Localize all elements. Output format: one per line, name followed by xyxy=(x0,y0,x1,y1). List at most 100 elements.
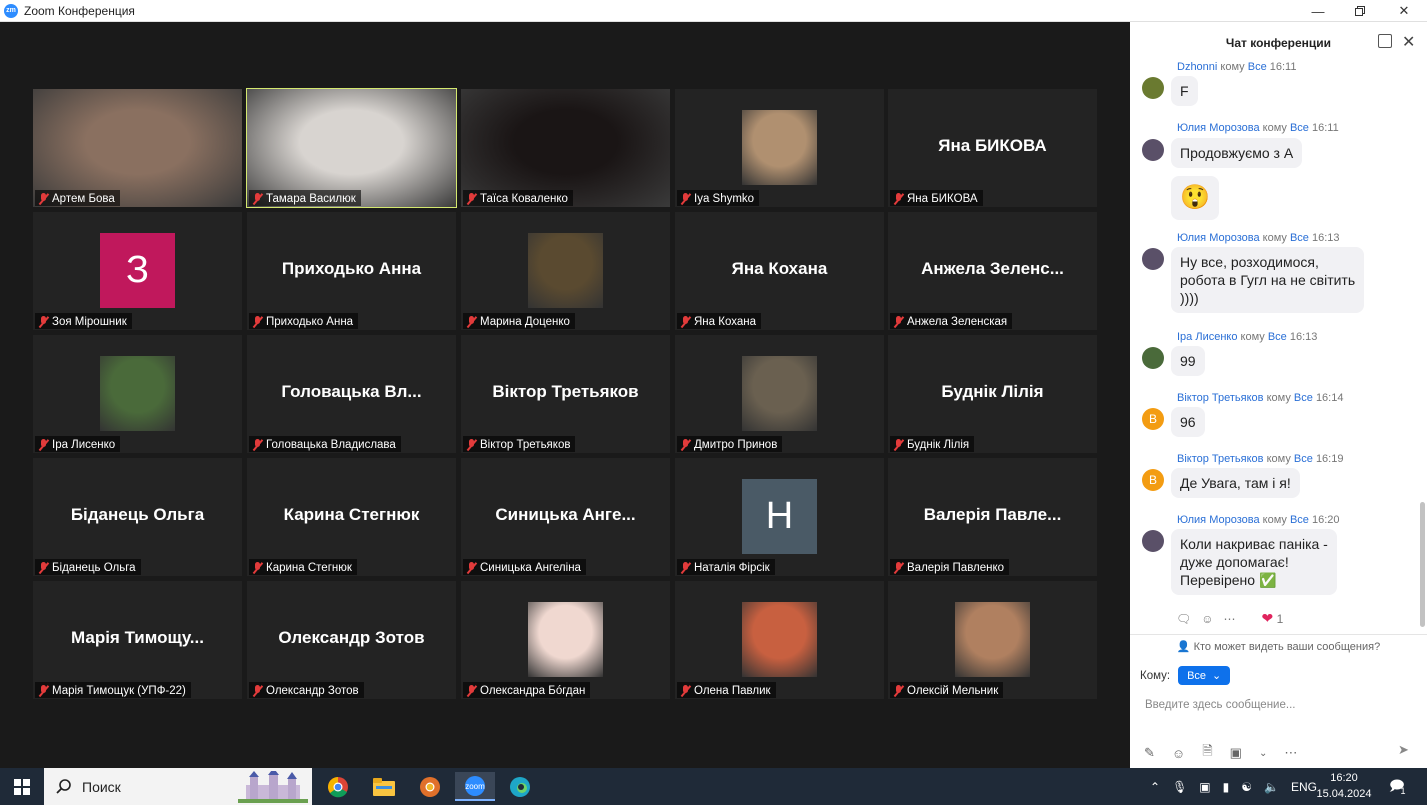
chrome-icon[interactable] xyxy=(318,772,358,801)
participant-tile[interactable]: Яна Кохана Яна Кохана xyxy=(675,212,884,330)
privacy-link[interactable]: 👤 Кто может видеть ваши сообщения? xyxy=(1130,634,1427,656)
message-recipient[interactable]: Все xyxy=(1248,61,1267,73)
message-bubble[interactable]: Продовжуємо з А xyxy=(1171,138,1303,168)
sender-avatar[interactable] xyxy=(1142,347,1164,369)
maximize-icon[interactable] xyxy=(1337,0,1383,22)
recipient-dropdown[interactable]: Все ⌄ xyxy=(1178,666,1231,685)
add-reaction-icon[interactable]: ☺ xyxy=(1201,612,1213,626)
participant-name-label: Віктор Третьяков xyxy=(463,436,576,452)
emoji-icon[interactable]: ☺ xyxy=(1172,746,1185,761)
message-bubble[interactable]: 99 xyxy=(1171,346,1205,376)
participant-tile[interactable]: Тамара Василюк xyxy=(246,88,457,208)
send-icon[interactable]: ➤ xyxy=(1398,742,1409,758)
windows-start-icon[interactable] xyxy=(0,768,44,805)
to-keyword: кому xyxy=(1220,61,1245,73)
heart-reaction[interactable]: ❤ 1 xyxy=(1262,610,1284,627)
emoji-message[interactable]: 😲 xyxy=(1171,176,1219,220)
message-sender[interactable]: Dzhonni xyxy=(1177,61,1217,73)
message-bubble[interactable]: Ну все, розходимося, робота в Гугл на не … xyxy=(1171,247,1365,313)
participant-tile[interactable]: Віктор Третьяков Віктор Третьяков xyxy=(461,335,670,453)
participant-tile[interactable]: H Наталія Фірсік xyxy=(675,458,884,576)
sender-avatar[interactable] xyxy=(1142,139,1164,161)
sender-avatar[interactable] xyxy=(1142,530,1164,552)
message-sender[interactable]: Юлия Морозова xyxy=(1177,122,1260,134)
participant-name: Віктор Третьяков xyxy=(480,438,571,451)
message-bubble[interactable]: F xyxy=(1171,76,1198,106)
volume-icon[interactable]: 🔈 xyxy=(1264,780,1279,794)
close-icon[interactable]: ✕ xyxy=(1381,0,1427,22)
chrome-canary-icon[interactable] xyxy=(410,772,450,801)
participant-tile[interactable]: Карина Стегнюк Карина Стегнюк xyxy=(247,458,456,576)
mic-muted-icon xyxy=(893,684,904,697)
more-icon[interactable]: ⋯ xyxy=(1224,612,1236,626)
webcam-icon[interactable]: ▣ xyxy=(1199,780,1210,794)
participant-tile[interactable]: Яна БИКОВА Яна БИКОВА xyxy=(888,89,1097,207)
message-bubble[interactable]: Коли накриває паніка - дуже допомагає! Пер… xyxy=(1171,529,1337,595)
message-bubble[interactable]: 96 xyxy=(1171,407,1205,437)
participant-tile[interactable]: Головацька Вл... Головацька Владислава xyxy=(247,335,456,453)
chat-close-icon[interactable]: ✕ xyxy=(1402,32,1415,52)
participant-tile[interactable]: Олександра Бóгдан xyxy=(461,581,670,699)
participant-name: Буднік Лілія xyxy=(907,438,970,451)
file-icon[interactable]: 🗎 xyxy=(1202,742,1212,764)
zoom-icon[interactable]: zoom xyxy=(455,772,495,801)
participant-tile[interactable]: Дмитро Принов xyxy=(675,335,884,453)
message-recipient[interactable]: Все xyxy=(1290,514,1309,526)
participant-tile[interactable]: Буднік Лілія Буднік Лілія xyxy=(888,335,1097,453)
message-sender[interactable]: Віктор Третьяков xyxy=(1177,453,1264,465)
message-sender[interactable]: Юлия Морозова xyxy=(1177,514,1260,526)
reply-icon[interactable]: 🗨 xyxy=(1176,612,1191,626)
message-sender[interactable]: Віктор Третьяков xyxy=(1177,392,1264,404)
message-sender[interactable]: Юлия Морозова xyxy=(1177,232,1260,244)
mic-muted-icon xyxy=(252,315,263,328)
participant-tile[interactable]: Таїса Коваленко xyxy=(461,89,670,207)
participant-name: Головацька Владислава xyxy=(266,438,396,451)
edge-icon[interactable] xyxy=(500,772,540,801)
format-icon[interactable]: ✎ xyxy=(1144,745,1155,761)
sender-avatar[interactable] xyxy=(1142,248,1164,270)
message-recipient[interactable]: Все xyxy=(1268,331,1287,343)
message-sender[interactable]: Іра Лисенко xyxy=(1177,331,1237,343)
chevron-up-icon[interactable]: ⌃ xyxy=(1150,780,1160,794)
message-bubble[interactable]: Де Увага, там і я! xyxy=(1171,468,1300,498)
participant-photo xyxy=(955,602,1030,677)
participant-tile[interactable]: Олександр Зотов Олександр Зотов xyxy=(247,581,456,699)
more-icon[interactable]: ⋯ xyxy=(1284,745,1297,761)
popout-icon[interactable] xyxy=(1378,34,1392,48)
message-input[interactable]: Введите здесь сообщение... xyxy=(1145,699,1295,711)
participant-tile[interactable]: Синицька Анге... Синицька Ангеліна xyxy=(461,458,670,576)
message-header: Іра Лисенко кому Все 16:13 xyxy=(1177,331,1317,343)
chat-scrollbar[interactable] xyxy=(1420,62,1425,632)
participant-tile[interactable]: Біданець Ольга Біданець Ольга xyxy=(33,458,242,576)
battery-icon[interactable]: ▮ xyxy=(1223,780,1230,794)
minimize-icon[interactable]: — xyxy=(1295,0,1341,22)
message-recipient[interactable]: Все xyxy=(1294,453,1313,465)
sender-avatar[interactable] xyxy=(1142,77,1164,99)
wifi-icon[interactable]: ☯ xyxy=(1241,780,1252,794)
message-recipient[interactable]: Все xyxy=(1290,122,1309,134)
notification-icon[interactable]: 🗩 1 xyxy=(1389,768,1406,805)
clock[interactable]: 16:20 15.04.2024 xyxy=(1316,770,1372,802)
participant-tile[interactable]: Валерія Павле... Валерія Павленко xyxy=(888,458,1097,576)
participant-tile[interactable]: Марія Тимощу... Марія Тимощук (УПФ-22) xyxy=(33,581,242,699)
message-text: F xyxy=(1180,83,1189,99)
message-recipient[interactable]: Все xyxy=(1294,392,1313,404)
participant-tile[interactable]: Артем Бова xyxy=(33,89,242,207)
participant-tile[interactable]: Анжела Зеленс... Анжела Зеленская xyxy=(888,212,1097,330)
file-explorer-icon[interactable] xyxy=(364,772,404,801)
message-recipient[interactable]: Все xyxy=(1290,232,1309,244)
chevron-down-icon[interactable]: ⌄ xyxy=(1259,748,1267,759)
microphone-icon[interactable]: 🎙 xyxy=(1172,780,1187,794)
participant-tile[interactable]: Приходько Анна Приходько Анна xyxy=(247,212,456,330)
screenshot-icon[interactable]: ▣ xyxy=(1230,745,1242,761)
participant-tile[interactable]: Іра Лисенко xyxy=(33,335,242,453)
sender-avatar[interactable]: В xyxy=(1142,469,1164,491)
participant-tile[interactable]: З Зоя Мірошник xyxy=(33,212,242,330)
language-indicator[interactable]: ENG xyxy=(1291,780,1317,794)
participant-tile[interactable]: Iya Shymko xyxy=(675,89,884,207)
participant-tile[interactable]: Олексій Мельник xyxy=(888,581,1097,699)
participant-tile[interactable]: Олена Павлик xyxy=(675,581,884,699)
sender-avatar[interactable]: В xyxy=(1142,408,1164,430)
participant-tile[interactable]: Марина Доценко xyxy=(461,212,670,330)
taskbar-search[interactable]: Поиск xyxy=(44,768,312,805)
